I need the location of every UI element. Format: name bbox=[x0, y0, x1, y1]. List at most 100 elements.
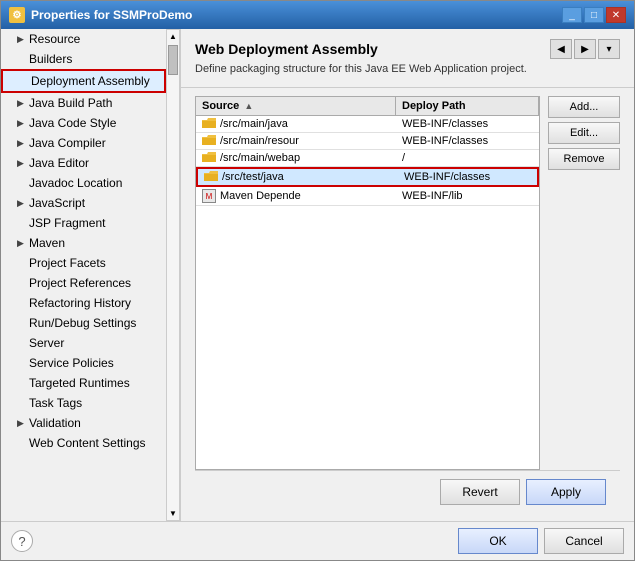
right-panel-title: Web Deployment Assembly bbox=[195, 41, 378, 57]
sidebar-item-project-references[interactable]: Project References bbox=[1, 273, 166, 293]
sidebar-item-label: Run/Debug Settings bbox=[29, 316, 136, 330]
source-cell: MMaven Depende bbox=[196, 187, 396, 205]
scroll-up-arrow[interactable]: ▲ bbox=[167, 30, 179, 43]
source-cell: /src/test/java bbox=[198, 169, 398, 185]
right-panel: Web Deployment Assembly ◀ ▶ ▾ Define pac… bbox=[181, 29, 634, 521]
sidebar-item-label: Builders bbox=[29, 52, 72, 66]
sidebar-item-label: Web Content Settings bbox=[29, 436, 146, 450]
source-text: /src/main/webap bbox=[220, 152, 300, 164]
sidebar-item-resource[interactable]: ▶Resource bbox=[1, 29, 166, 49]
sidebar-item-server[interactable]: Server bbox=[1, 333, 166, 353]
right-header: Web Deployment Assembly ◀ ▶ ▾ Define pac… bbox=[181, 29, 634, 88]
sidebar-item-jsp-fragment[interactable]: JSP Fragment bbox=[1, 213, 166, 233]
title-bar: ⚙ Properties for SSMProDemo _ □ ✕ bbox=[1, 1, 634, 29]
sidebar-item-web-content-settings[interactable]: Web Content Settings bbox=[1, 433, 166, 453]
sidebar-item-javadoc-location[interactable]: Javadoc Location bbox=[1, 173, 166, 193]
sidebar-item-label: Refactoring History bbox=[29, 296, 131, 310]
apply-button[interactable]: Apply bbox=[526, 479, 606, 505]
sidebar-item-deployment-assembly[interactable]: Deployment Assembly bbox=[1, 69, 166, 93]
footer-bar: ? OK Cancel bbox=[1, 521, 634, 560]
sidebar-item-javascript[interactable]: ▶JavaScript bbox=[1, 193, 166, 213]
left-scrollbar[interactable]: ▲ ▼ bbox=[166, 29, 180, 521]
sidebar-item-label: Java Code Style bbox=[29, 116, 116, 130]
sidebar-item-label: Resource bbox=[29, 32, 80, 46]
nav-dropdown-button[interactable]: ▾ bbox=[598, 39, 620, 59]
close-button[interactable]: ✕ bbox=[606, 7, 626, 23]
source-text: /src/main/resour bbox=[220, 135, 299, 147]
sidebar-item-label: JavaScript bbox=[29, 196, 85, 210]
sidebar-item-java-editor[interactable]: ▶Java Editor bbox=[1, 153, 166, 173]
deploy-cell: WEB-INF/classes bbox=[398, 169, 537, 185]
help-button[interactable]: ? bbox=[11, 530, 33, 552]
edit-button[interactable]: Edit... bbox=[548, 122, 620, 144]
expand-arrow-icon: ▶ bbox=[17, 118, 25, 129]
left-panel: ▶ResourceBuildersDeployment Assembly▶Jav… bbox=[1, 29, 166, 521]
maximize-button[interactable]: □ bbox=[584, 7, 604, 23]
source-cell: /src/main/java bbox=[196, 116, 396, 132]
deploy-header: Deploy Path bbox=[396, 97, 539, 115]
expand-arrow-icon: ▶ bbox=[17, 418, 25, 429]
folder-icon bbox=[202, 152, 216, 164]
table-header: Source ▲ Deploy Path bbox=[196, 97, 539, 116]
expand-arrow-icon: ▶ bbox=[17, 98, 25, 109]
left-panel-container: ▶ResourceBuildersDeployment Assembly▶Jav… bbox=[1, 29, 181, 521]
sidebar-item-builders[interactable]: Builders bbox=[1, 49, 166, 69]
sidebar-item-label: Deployment Assembly bbox=[31, 74, 150, 88]
expand-arrow-icon: ▶ bbox=[17, 238, 25, 249]
sidebar-item-label: Targeted Runtimes bbox=[29, 376, 130, 390]
source-text: Maven Depende bbox=[220, 190, 301, 202]
source-cell: /src/main/webap bbox=[196, 150, 396, 166]
sidebar-item-refactoring-history[interactable]: Refactoring History bbox=[1, 293, 166, 313]
sidebar-item-java-code-style[interactable]: ▶ Java Code Style bbox=[1, 113, 166, 133]
dialog-icon: ⚙ bbox=[9, 7, 25, 23]
sidebar-item-service-policies[interactable]: Service Policies bbox=[1, 353, 166, 373]
table-row[interactable]: MMaven DependeWEB-INF/lib bbox=[196, 187, 539, 206]
assembly-table[interactable]: Source ▲ Deploy Path /src/main/javaWEB-I… bbox=[195, 96, 540, 470]
sort-arrow: ▲ bbox=[244, 101, 253, 111]
side-buttons: Add... Edit... Remove bbox=[548, 96, 620, 470]
scroll-thumb[interactable] bbox=[168, 45, 178, 75]
sidebar-item-label: JSP Fragment bbox=[29, 216, 105, 230]
source-text: /src/main/java bbox=[220, 118, 288, 130]
sidebar-item-targeted-runtimes[interactable]: Targeted Runtimes bbox=[1, 373, 166, 393]
ok-button[interactable]: OK bbox=[458, 528, 538, 554]
table-with-buttons: Source ▲ Deploy Path /src/main/javaWEB-I… bbox=[195, 96, 620, 470]
deploy-cell: / bbox=[396, 150, 539, 166]
table-row[interactable]: /src/main/webap / bbox=[196, 150, 539, 167]
table-row[interactable]: /src/main/javaWEB-INF/classes bbox=[196, 116, 539, 133]
sidebar-item-task-tags[interactable]: Task Tags bbox=[1, 393, 166, 413]
table-row[interactable]: /src/test/java WEB-INF/classes bbox=[196, 167, 539, 187]
source-text: /src/test/java bbox=[222, 171, 284, 183]
revert-button[interactable]: Revert bbox=[440, 479, 520, 505]
sidebar-item-label: Server bbox=[29, 336, 64, 350]
sidebar-item-java-build-path[interactable]: ▶Java Build Path bbox=[1, 93, 166, 113]
sidebar-item-run-debug-settings[interactable]: Run/Debug Settings bbox=[1, 313, 166, 333]
minimize-button[interactable]: _ bbox=[562, 7, 582, 23]
expand-arrow-icon: ▶ bbox=[17, 138, 25, 149]
properties-dialog: ⚙ Properties for SSMProDemo _ □ ✕ ▶Resou… bbox=[0, 0, 635, 561]
table-rows: /src/main/javaWEB-INF/classes/src/main/r… bbox=[196, 116, 539, 206]
sidebar-item-label: Java Editor bbox=[29, 156, 89, 170]
sidebar-item-label: Service Policies bbox=[29, 356, 114, 370]
sidebar-item-maven[interactable]: ▶Maven bbox=[1, 233, 166, 253]
sidebar-item-validation[interactable]: ▶ Validation bbox=[1, 413, 166, 433]
sidebar-item-label: Java Compiler bbox=[29, 136, 106, 150]
add-button[interactable]: Add... bbox=[548, 96, 620, 118]
sidebar-item-project-facets[interactable]: Project Facets bbox=[1, 253, 166, 273]
sidebar-item-label: Project References bbox=[29, 276, 131, 290]
folder-icon bbox=[202, 118, 216, 130]
remove-button[interactable]: Remove bbox=[548, 148, 620, 170]
nav-arrows: ◀ ▶ ▾ bbox=[550, 39, 620, 59]
cancel-button[interactable]: Cancel bbox=[544, 528, 624, 554]
revert-apply-buttons: Revert Apply bbox=[195, 470, 620, 513]
footer-main-buttons: OK Cancel bbox=[458, 528, 624, 554]
table-row[interactable]: /src/main/resourWEB-INF/classes bbox=[196, 133, 539, 150]
sidebar-item-java-compiler[interactable]: ▶ Java Compiler bbox=[1, 133, 166, 153]
nav-back-button[interactable]: ◀ bbox=[550, 39, 572, 59]
nav-forward-button[interactable]: ▶ bbox=[574, 39, 596, 59]
scroll-down-arrow[interactable]: ▼ bbox=[167, 507, 179, 520]
deploy-cell: WEB-INF/lib bbox=[396, 187, 539, 205]
title-controls: _ □ ✕ bbox=[562, 7, 626, 23]
sidebar-item-label: Validation bbox=[29, 416, 81, 430]
sidebar-item-label: Task Tags bbox=[29, 396, 82, 410]
